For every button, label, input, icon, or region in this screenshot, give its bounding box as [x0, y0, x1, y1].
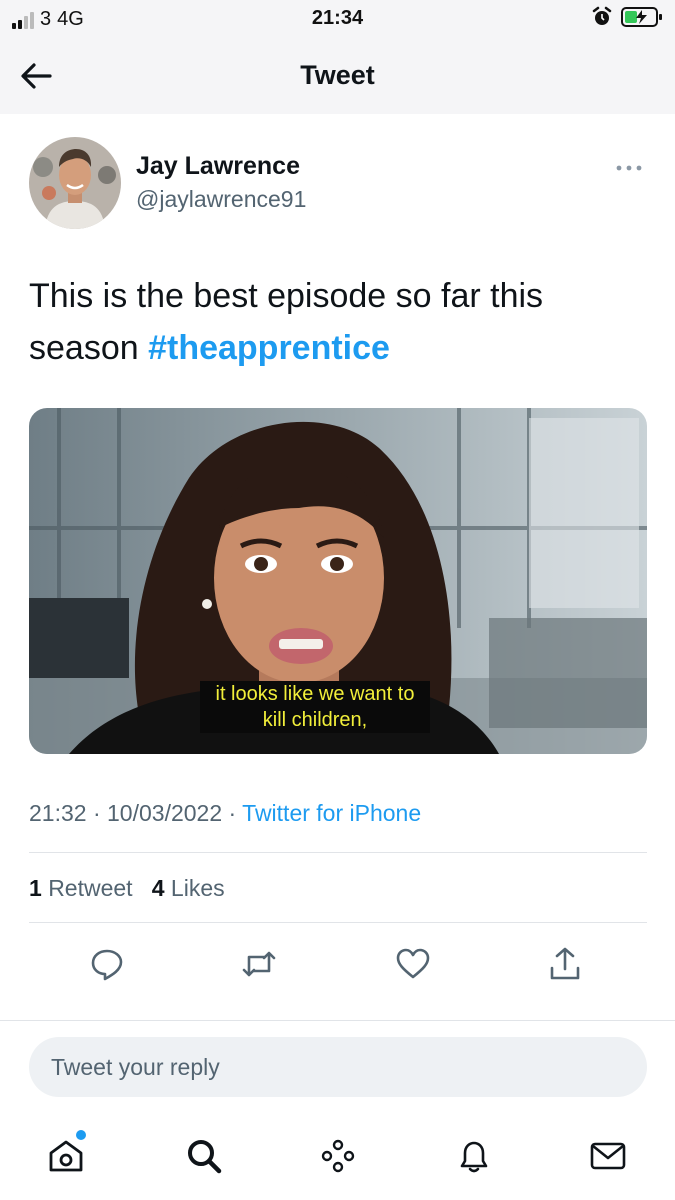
tweet-date: 10/03/2022 — [107, 800, 223, 826]
tab-notifications[interactable] — [450, 1132, 498, 1180]
meta-separator: · — [92, 800, 108, 826]
tweet-meta: 21:32 · 10/03/2022 · Twitter for iPhone — [29, 800, 421, 827]
share-button[interactable] — [541, 940, 589, 988]
reply-input[interactable] — [29, 1037, 647, 1097]
divider — [29, 852, 647, 853]
tab-spaces[interactable] — [314, 1132, 362, 1180]
bottom-tab-bar — [0, 1120, 675, 1200]
tweet-media[interactable]: it looks like we want to kill children, — [29, 408, 647, 754]
avatar[interactable] — [29, 137, 121, 229]
divider — [0, 1020, 675, 1021]
likes-label: Likes — [170, 875, 225, 901]
alarm-icon — [592, 6, 612, 25]
divider — [29, 922, 647, 923]
author-handle[interactable]: @jaylawrence91 — [136, 186, 306, 213]
nav-header: Tweet — [0, 38, 675, 114]
heart-icon — [396, 948, 430, 979]
search-icon — [188, 1140, 222, 1174]
retweets-label: Retweet — [48, 875, 133, 901]
like-button[interactable] — [389, 940, 437, 988]
tweet-text: This is the best episode so far this sea… — [29, 270, 649, 374]
status-right — [591, 6, 663, 28]
tweet-source[interactable]: Twitter for iPhone — [242, 800, 421, 826]
retweets-count: 1 — [29, 875, 42, 901]
bell-icon — [460, 1141, 488, 1173]
reply-button[interactable] — [83, 940, 131, 988]
home-icon — [49, 1140, 83, 1172]
status-bar: 3 4G 21:34 — [0, 0, 675, 38]
tab-search[interactable] — [180, 1132, 228, 1180]
status-time: 21:34 — [311, 7, 364, 29]
page-title: Tweet — [300, 60, 375, 90]
media-caption-text: it looks like we want to kill children, — [200, 681, 430, 733]
likes-count: 4 — [151, 875, 165, 901]
media-caption: it looks like we want to kill children, — [200, 681, 430, 733]
tab-home[interactable] — [42, 1130, 90, 1180]
mail-icon — [590, 1142, 626, 1170]
comment-icon — [91, 949, 123, 981]
retweet-icon — [242, 951, 276, 977]
battery-icon — [621, 7, 662, 27]
author-name[interactable]: Jay Lawrence — [136, 152, 300, 181]
spaces-icon — [321, 1139, 355, 1173]
meta-separator: · — [228, 800, 243, 826]
retweet-button[interactable] — [235, 940, 283, 988]
share-icon — [550, 947, 580, 980]
more-horizontal-icon — [616, 165, 642, 171]
likes-stat[interactable]: 4 Likes — [152, 875, 225, 901]
tweet-actions — [29, 940, 647, 988]
notification-dot — [76, 1130, 86, 1140]
more-button[interactable] — [612, 158, 646, 178]
tab-messages[interactable] — [584, 1132, 632, 1180]
hashtag-link[interactable]: #theapprentice — [148, 329, 390, 367]
retweets-stat[interactable]: 1 Retweet — [29, 875, 133, 901]
tweet-time: 21:32 — [29, 800, 87, 826]
tweet-stats: 1 Retweet 4 Likes — [29, 875, 225, 902]
